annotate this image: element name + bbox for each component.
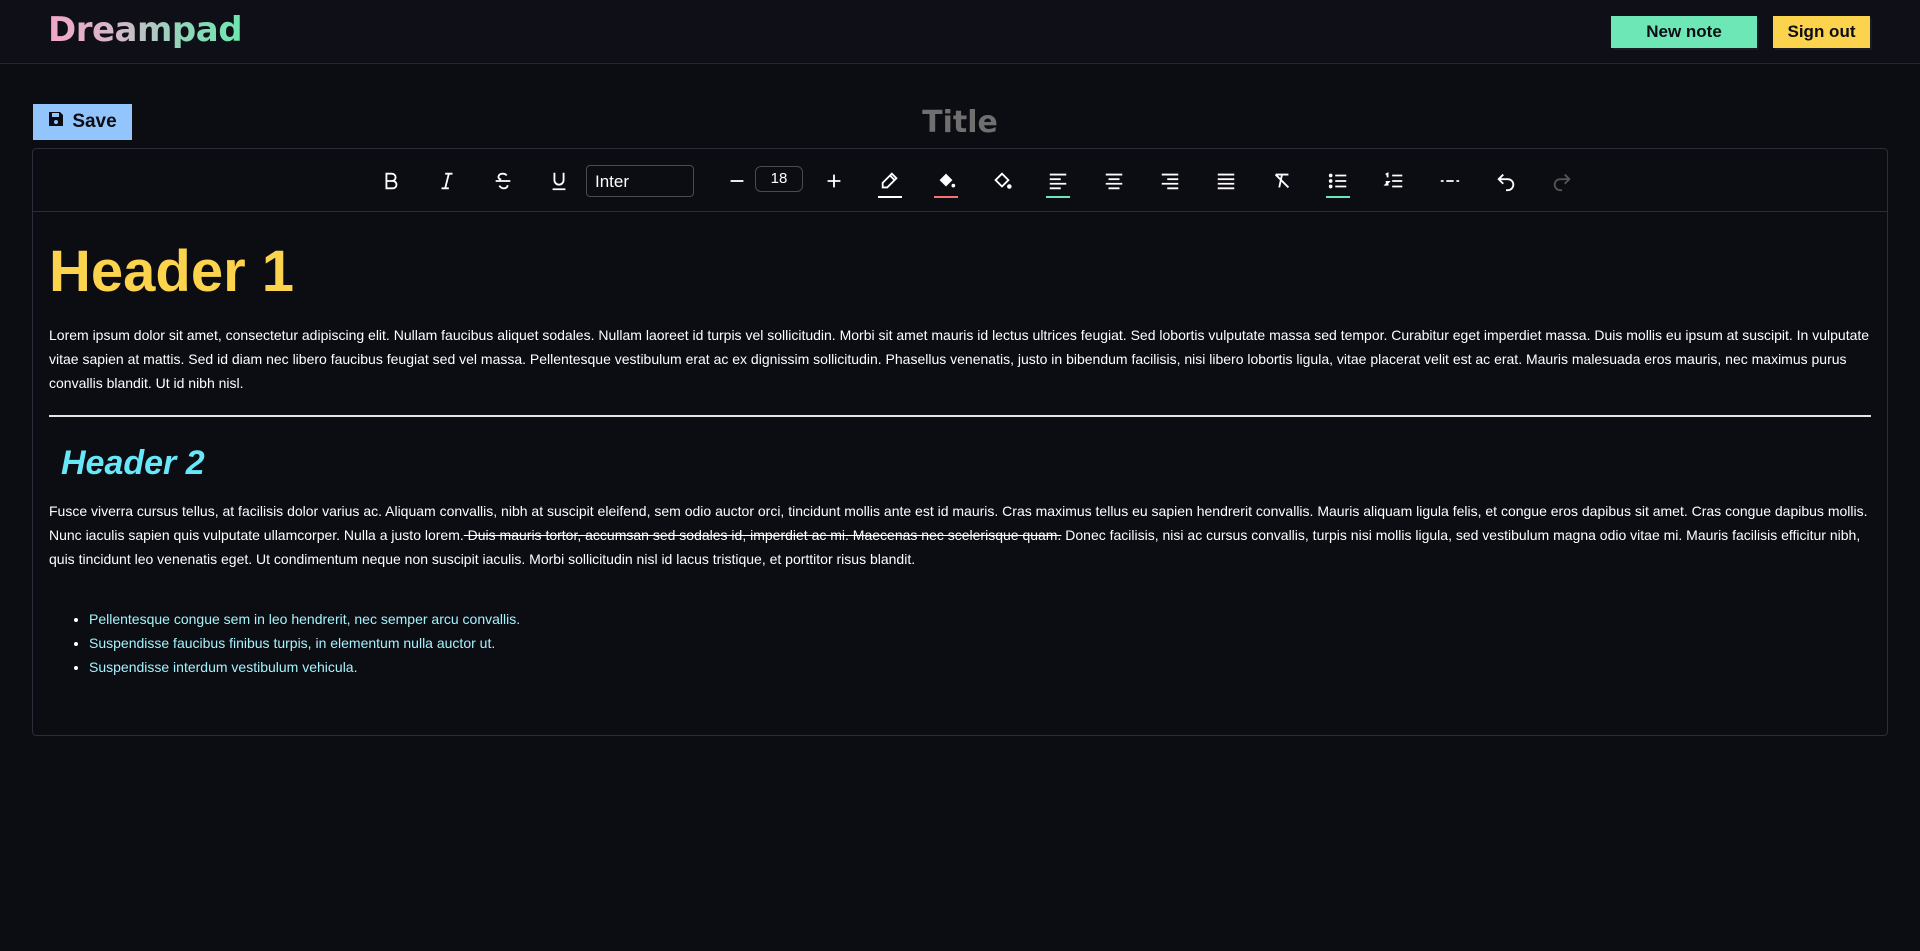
underline-icon[interactable] (543, 165, 575, 197)
app-logo[interactable]: Dreampad (48, 10, 243, 50)
paint-bucket-icon[interactable] (986, 165, 1018, 197)
strikethrough-text: Duis mauris tortor, accumsan sed sodales… (463, 527, 1062, 543)
save-label: Save (72, 111, 117, 132)
fill-bucket-icon[interactable] (930, 165, 962, 198)
numbered-list-icon[interactable] (1378, 165, 1410, 197)
paragraph-1: Lorem ipsum dolor sit amet, consectetur … (49, 327, 1870, 391)
redo-icon[interactable] (1546, 165, 1578, 197)
editor-frame: Inter 18 Header 1 Lorem ipsum dolor sit … (32, 148, 1888, 736)
list-item: Suspendisse faucibus finibus turpis, in … (89, 631, 520, 655)
formatting-toolbar: Inter 18 (33, 149, 1887, 212)
align-justify-icon[interactable] (1210, 165, 1242, 197)
horizontal-rule-icon[interactable] (1434, 165, 1466, 197)
font-size-input[interactable]: 18 (755, 166, 803, 192)
plus-icon[interactable] (818, 165, 850, 197)
paragraph-2: Fusce viverra cursus tellus, at facilisi… (49, 499, 1871, 571)
save-button[interactable]: Save (33, 104, 132, 140)
title-input[interactable] (760, 100, 1160, 144)
sign-out-button[interactable]: Sign out (1773, 16, 1870, 48)
font-family-select[interactable]: Inter (586, 165, 694, 197)
heading-2: Header 2 (61, 444, 205, 482)
bullet-list: Pellentesque congue sem in leo hendrerit… (89, 607, 520, 679)
bullet-list-icon[interactable] (1322, 165, 1354, 198)
top-navbar: Dreampad New note Sign out (0, 0, 1920, 64)
minus-icon[interactable] (721, 165, 753, 197)
align-center-icon[interactable] (1098, 165, 1130, 197)
align-right-icon[interactable] (1154, 165, 1186, 197)
strikethrough-icon[interactable] (487, 165, 519, 197)
clear-format-icon[interactable] (1266, 165, 1298, 197)
list-item: Pellentesque congue sem in leo hendrerit… (89, 607, 520, 631)
heading-1: Header 1 (49, 239, 295, 304)
bold-icon[interactable] (375, 165, 407, 197)
undo-icon[interactable] (1490, 165, 1522, 197)
pen-icon[interactable] (874, 165, 906, 198)
floppy-disk-icon (48, 111, 64, 133)
horizontal-rule (49, 415, 1871, 417)
list-item: Suspendisse interdum vestibulum vehicula… (89, 655, 520, 679)
new-note-button[interactable]: New note (1611, 16, 1757, 48)
align-left-icon[interactable] (1042, 165, 1074, 198)
italic-icon[interactable] (431, 165, 463, 197)
